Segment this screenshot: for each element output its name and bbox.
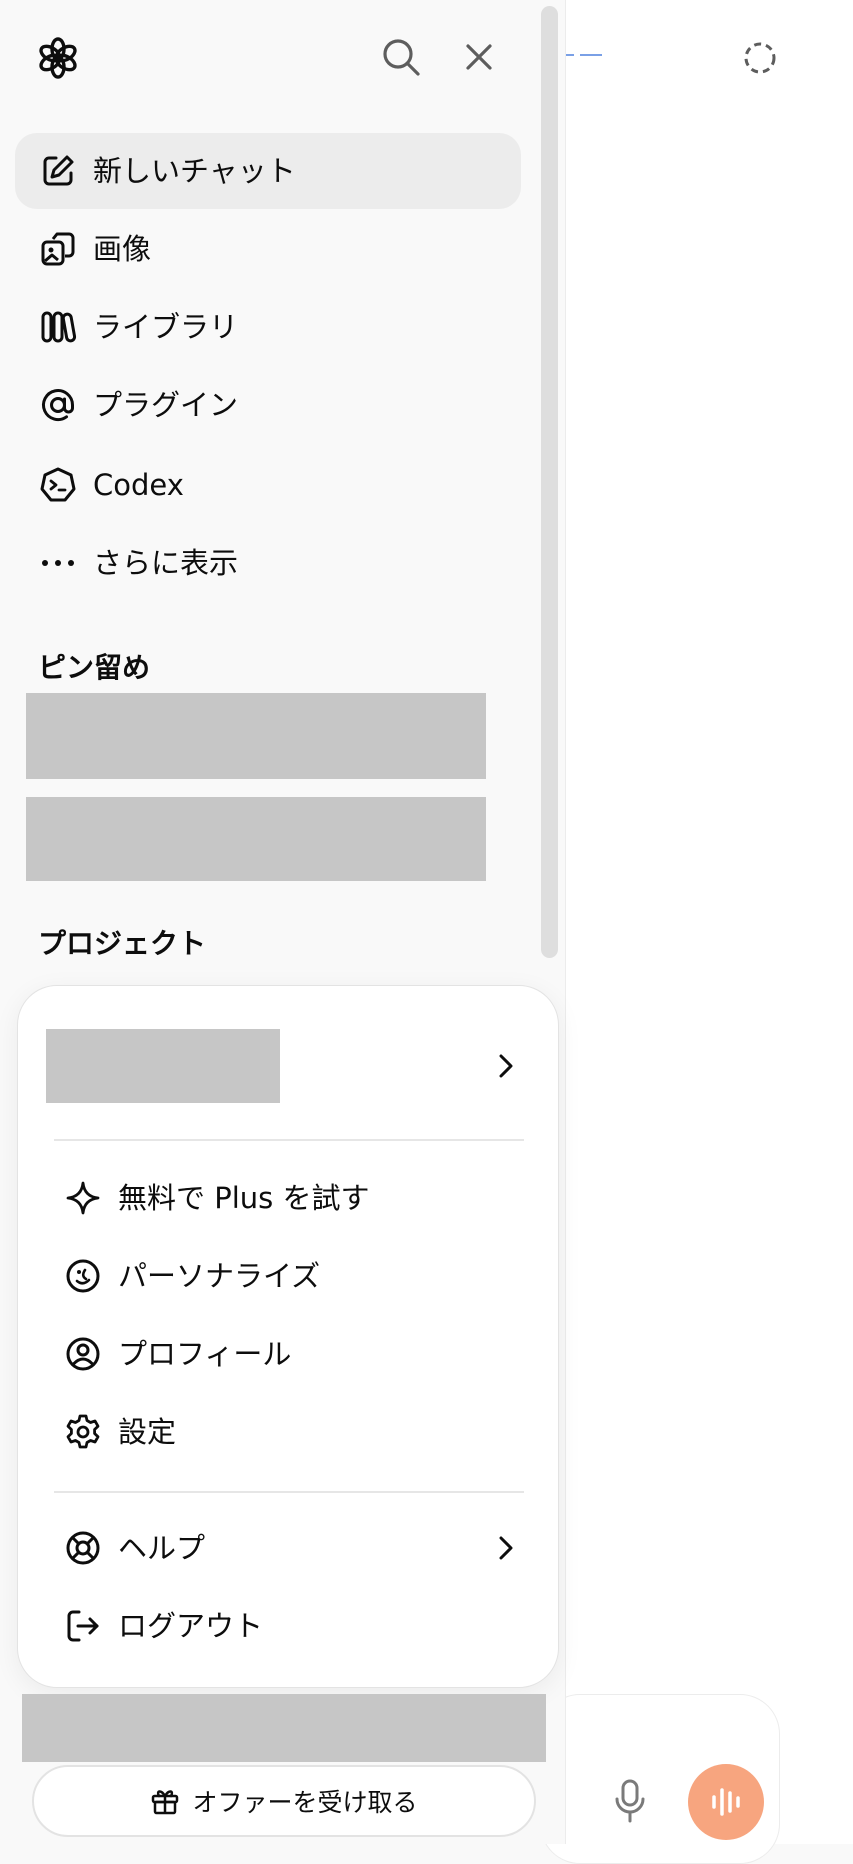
menu-divider [54, 1491, 524, 1493]
codex-icon [39, 466, 77, 504]
menu-help[interactable]: ヘルプ [38, 1513, 538, 1583]
nav-label: 新しいチャット [93, 153, 296, 188]
pinned-section-title: ピン留め [38, 651, 151, 684]
menu-settings[interactable]: 設定 [38, 1397, 538, 1467]
images-icon [39, 230, 77, 268]
sparkle-icon [64, 1179, 102, 1217]
account-row[interactable] [18, 986, 558, 1136]
sidebar-scrollbar[interactable] [541, 6, 558, 958]
chevron-right-icon [494, 1051, 518, 1081]
gift-icon [150, 1786, 180, 1816]
search-icon[interactable] [380, 36, 422, 78]
pinned-chat-item[interactable] [26, 797, 486, 881]
nav-label: Codex [93, 467, 184, 502]
claim-offer-button[interactable]: オファーを受け取る [32, 1765, 536, 1837]
menu-profile[interactable]: プロフィール [38, 1319, 538, 1389]
menu-label: ヘルプ [118, 1530, 206, 1565]
nav-label: さらに表示 [93, 545, 239, 580]
at-sign-icon [39, 386, 77, 424]
sidebar: 新しいチャット 画像 ライブラリ プラグイン Codex さらに表示 ピン留め … [0, 0, 566, 1844]
menu-logout[interactable]: ログアウト [38, 1591, 538, 1661]
nav-codex[interactable]: Codex [15, 447, 521, 523]
waveform-icon [712, 1788, 740, 1816]
profile-icon [64, 1335, 102, 1373]
chat-main-area [566, 0, 853, 1844]
logout-icon [64, 1607, 102, 1645]
nav-label: 画像 [93, 231, 152, 266]
microphone-icon[interactable] [612, 1778, 648, 1824]
menu-label: 設定 [118, 1414, 177, 1449]
nav-plugins[interactable]: プラグイン [15, 367, 521, 443]
menu-label: プロフィール [118, 1336, 292, 1371]
more-dots-icon [39, 544, 77, 582]
header-link-fragment [566, 46, 606, 56]
nav-images[interactable]: 画像 [15, 211, 521, 287]
personalize-icon [64, 1257, 102, 1295]
nav-label: プラグイン [93, 387, 239, 422]
menu-try-plus[interactable]: 無料で Plus を試す [38, 1163, 538, 1233]
chevron-right-icon [494, 1533, 518, 1563]
menu-divider [54, 1139, 524, 1141]
pinned-chat-item[interactable] [26, 693, 486, 779]
library-icon [39, 308, 77, 346]
voice-mode-button[interactable] [688, 1764, 764, 1840]
lifebuoy-icon [64, 1529, 102, 1567]
account-name [46, 1029, 280, 1103]
account-footer-row[interactable] [22, 1694, 546, 1762]
nav-new-chat[interactable]: 新しいチャット [15, 133, 521, 209]
close-icon[interactable] [460, 38, 498, 76]
gear-icon [64, 1413, 102, 1451]
account-menu-popup: 無料で Plus を試す パーソナライズ プロフィール 設定 ヘルプ ログアウト [17, 985, 559, 1688]
openai-logo-icon[interactable] [36, 36, 80, 80]
new-chat-icon [39, 152, 77, 190]
nav-label: ライブラリ [93, 309, 239, 344]
claim-offer-label: オファーを受け取る [192, 1788, 418, 1817]
menu-personalize[interactable]: パーソナライズ [38, 1241, 538, 1311]
projects-section-title: プロジェクト [38, 927, 207, 960]
menu-label: ログアウト [118, 1608, 264, 1643]
menu-label: パーソナライズ [118, 1258, 321, 1293]
nav-show-more[interactable]: さらに表示 [15, 525, 521, 601]
menu-label: 無料で Plus を試す [118, 1180, 370, 1215]
temporary-chat-icon[interactable] [742, 40, 778, 76]
nav-library[interactable]: ライブラリ [15, 289, 521, 365]
